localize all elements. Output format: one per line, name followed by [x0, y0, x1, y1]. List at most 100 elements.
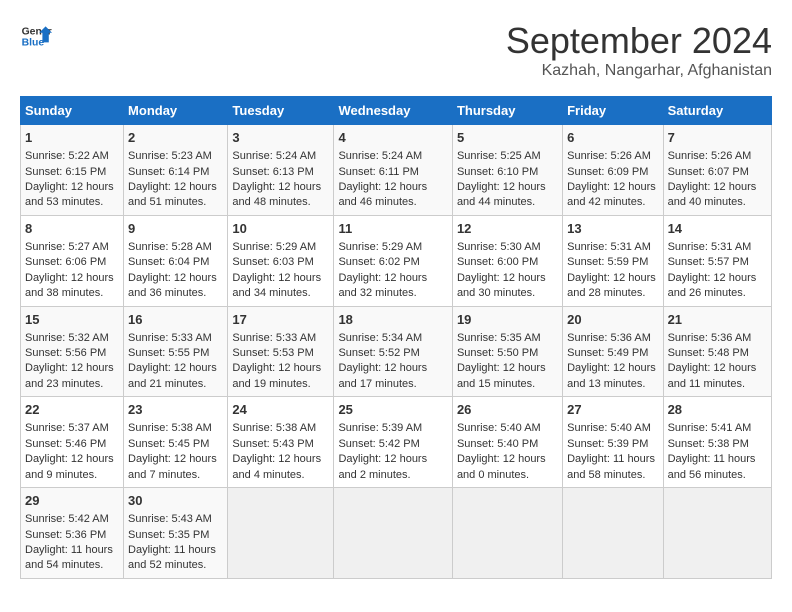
sunrise-label: Sunrise: 5:22 AM — [25, 150, 109, 162]
svg-text:Blue: Blue — [22, 38, 45, 49]
day-number: 4 — [338, 129, 448, 147]
calendar-cell: 12 Sunrise: 5:30 AM Sunset: 6:00 PM Dayl… — [452, 215, 562, 306]
daylight-label: Daylight: 12 hours and 40 minutes. — [668, 181, 757, 208]
sunset-label: Sunset: 6:10 PM — [457, 166, 538, 178]
sunset-label: Sunset: 5:43 PM — [232, 438, 313, 450]
sunrise-label: Sunrise: 5:40 AM — [567, 422, 651, 434]
sunset-label: Sunset: 5:49 PM — [567, 347, 648, 359]
page-subtitle: Kazhah, Nangarhar, Afghanistan — [506, 62, 772, 80]
day-number: 29 — [25, 492, 119, 510]
sunrise-label: Sunrise: 5:29 AM — [338, 241, 422, 253]
calendar-cell: 1 Sunrise: 5:22 AM Sunset: 6:15 PM Dayli… — [21, 125, 124, 216]
logo-icon: General Blue — [20, 20, 52, 52]
calendar-week-row: 15 Sunrise: 5:32 AM Sunset: 5:56 PM Dayl… — [21, 306, 772, 397]
sunset-label: Sunset: 5:46 PM — [25, 438, 106, 450]
day-number: 30 — [128, 492, 223, 510]
calendar-cell: 13 Sunrise: 5:31 AM Sunset: 5:59 PM Dayl… — [563, 215, 663, 306]
daylight-label: Daylight: 12 hours and 42 minutes. — [567, 181, 656, 208]
daylight-label: Daylight: 12 hours and 13 minutes. — [567, 362, 656, 389]
sunset-label: Sunset: 6:04 PM — [128, 256, 209, 268]
calendar-cell: 22 Sunrise: 5:37 AM Sunset: 5:46 PM Dayl… — [21, 397, 124, 488]
calendar-cell: 14 Sunrise: 5:31 AM Sunset: 5:57 PM Dayl… — [663, 215, 771, 306]
day-number: 23 — [128, 401, 223, 419]
daylight-label: Daylight: 12 hours and 34 minutes. — [232, 272, 321, 299]
daylight-label: Daylight: 12 hours and 9 minutes. — [25, 453, 114, 480]
daylight-label: Daylight: 12 hours and 17 minutes. — [338, 362, 427, 389]
sunset-label: Sunset: 6:00 PM — [457, 256, 538, 268]
day-number: 16 — [128, 311, 223, 329]
sunset-label: Sunset: 5:36 PM — [25, 529, 106, 541]
daylight-label: Daylight: 12 hours and 46 minutes. — [338, 181, 427, 208]
daylight-label: Daylight: 12 hours and 36 minutes. — [128, 272, 217, 299]
calendar-cell: 27 Sunrise: 5:40 AM Sunset: 5:39 PM Dayl… — [563, 397, 663, 488]
day-number: 21 — [668, 311, 767, 329]
page-title: September 2024 — [506, 20, 772, 62]
calendar-cell: 16 Sunrise: 5:33 AM Sunset: 5:55 PM Dayl… — [124, 306, 228, 397]
calendar-cell: 26 Sunrise: 5:40 AM Sunset: 5:40 PM Dayl… — [452, 397, 562, 488]
calendar-week-row: 1 Sunrise: 5:22 AM Sunset: 6:15 PM Dayli… — [21, 125, 772, 216]
sunrise-label: Sunrise: 5:33 AM — [128, 332, 212, 344]
daylight-label: Daylight: 12 hours and 26 minutes. — [668, 272, 757, 299]
daylight-label: Daylight: 12 hours and 38 minutes. — [25, 272, 114, 299]
daylight-label: Daylight: 11 hours and 52 minutes. — [128, 544, 216, 571]
calendar-day-header: Saturday — [663, 97, 771, 125]
day-number: 8 — [25, 220, 119, 238]
calendar-week-row: 22 Sunrise: 5:37 AM Sunset: 5:46 PM Dayl… — [21, 397, 772, 488]
daylight-label: Daylight: 12 hours and 0 minutes. — [457, 453, 546, 480]
calendar-cell — [334, 488, 453, 579]
sunset-label: Sunset: 5:42 PM — [338, 438, 419, 450]
sunrise-label: Sunrise: 5:37 AM — [25, 422, 109, 434]
sunset-label: Sunset: 5:39 PM — [567, 438, 648, 450]
daylight-label: Daylight: 12 hours and 4 minutes. — [232, 453, 321, 480]
sunrise-label: Sunrise: 5:43 AM — [128, 513, 212, 525]
sunrise-label: Sunrise: 5:38 AM — [232, 422, 316, 434]
day-number: 3 — [232, 129, 329, 147]
day-number: 28 — [668, 401, 767, 419]
day-number: 27 — [567, 401, 658, 419]
sunrise-label: Sunrise: 5:39 AM — [338, 422, 422, 434]
daylight-label: Daylight: 12 hours and 30 minutes. — [457, 272, 546, 299]
sunset-label: Sunset: 6:06 PM — [25, 256, 106, 268]
sunset-label: Sunset: 5:55 PM — [128, 347, 209, 359]
calendar-cell: 21 Sunrise: 5:36 AM Sunset: 5:48 PM Dayl… — [663, 306, 771, 397]
calendar-cell: 18 Sunrise: 5:34 AM Sunset: 5:52 PM Dayl… — [334, 306, 453, 397]
daylight-label: Daylight: 12 hours and 48 minutes. — [232, 181, 321, 208]
daylight-label: Daylight: 12 hours and 51 minutes. — [128, 181, 217, 208]
calendar-cell: 28 Sunrise: 5:41 AM Sunset: 5:38 PM Dayl… — [663, 397, 771, 488]
sunrise-label: Sunrise: 5:28 AM — [128, 241, 212, 253]
sunrise-label: Sunrise: 5:24 AM — [232, 150, 316, 162]
calendar-week-row: 8 Sunrise: 5:27 AM Sunset: 6:06 PM Dayli… — [21, 215, 772, 306]
calendar-cell: 5 Sunrise: 5:25 AM Sunset: 6:10 PM Dayli… — [452, 125, 562, 216]
day-number: 10 — [232, 220, 329, 238]
daylight-label: Daylight: 12 hours and 28 minutes. — [567, 272, 656, 299]
calendar-cell: 11 Sunrise: 5:29 AM Sunset: 6:02 PM Dayl… — [334, 215, 453, 306]
calendar-cell — [563, 488, 663, 579]
daylight-label: Daylight: 12 hours and 21 minutes. — [128, 362, 217, 389]
daylight-label: Daylight: 11 hours and 54 minutes. — [25, 544, 113, 571]
title-block: September 2024 Kazhah, Nangarhar, Afghan… — [506, 20, 772, 80]
calendar-header-row: SundayMondayTuesdayWednesdayThursdayFrid… — [21, 97, 772, 125]
sunrise-label: Sunrise: 5:24 AM — [338, 150, 422, 162]
calendar-cell: 19 Sunrise: 5:35 AM Sunset: 5:50 PM Dayl… — [452, 306, 562, 397]
calendar-cell: 10 Sunrise: 5:29 AM Sunset: 6:03 PM Dayl… — [228, 215, 334, 306]
calendar-cell: 29 Sunrise: 5:42 AM Sunset: 5:36 PM Dayl… — [21, 488, 124, 579]
calendar-table: SundayMondayTuesdayWednesdayThursdayFrid… — [20, 96, 772, 579]
calendar-cell: 4 Sunrise: 5:24 AM Sunset: 6:11 PM Dayli… — [334, 125, 453, 216]
day-number: 6 — [567, 129, 658, 147]
sunrise-label: Sunrise: 5:40 AM — [457, 422, 541, 434]
day-number: 5 — [457, 129, 558, 147]
day-number: 13 — [567, 220, 658, 238]
daylight-label: Daylight: 12 hours and 53 minutes. — [25, 181, 114, 208]
calendar-day-header: Wednesday — [334, 97, 453, 125]
daylight-label: Daylight: 11 hours and 56 minutes. — [668, 453, 756, 480]
calendar-cell: 25 Sunrise: 5:39 AM Sunset: 5:42 PM Dayl… — [334, 397, 453, 488]
calendar-day-header: Tuesday — [228, 97, 334, 125]
calendar-cell — [663, 488, 771, 579]
sunrise-label: Sunrise: 5:41 AM — [668, 422, 752, 434]
day-number: 17 — [232, 311, 329, 329]
sunrise-label: Sunrise: 5:26 AM — [567, 150, 651, 162]
sunset-label: Sunset: 5:48 PM — [668, 347, 749, 359]
sunset-label: Sunset: 5:52 PM — [338, 347, 419, 359]
sunset-label: Sunset: 6:14 PM — [128, 166, 209, 178]
sunset-label: Sunset: 6:07 PM — [668, 166, 749, 178]
